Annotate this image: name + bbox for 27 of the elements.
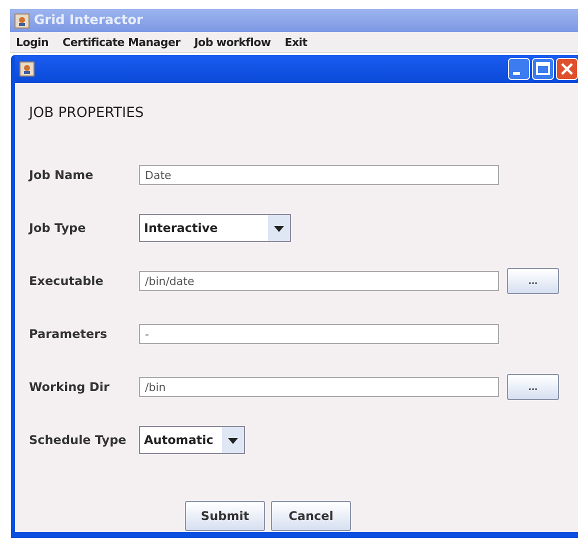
dropdown[interactable]: Interactive [139,214,291,242]
minimize-icon[interactable] [508,58,530,80]
field-label: Working Dir [29,380,110,394]
dialog-button[interactable]: Cancel [271,501,351,531]
input-field[interactable]: Date [139,164,499,184]
close-icon[interactable] [556,58,578,80]
window-title: Grid Interactor [34,13,143,28]
field-label: Schedule Type [29,432,128,446]
section-heading: JOB PROPERTIES [29,105,145,121]
menu-item[interactable]: Certificate Manager [62,36,180,48]
menu-item[interactable]: Login [16,36,49,48]
browse-button[interactable]: ... [507,374,559,400]
menu-item[interactable]: Job workflow [194,36,271,48]
app-icon [19,61,35,77]
dialog-button[interactable]: Submit [185,501,265,531]
app-icon [14,12,30,28]
input-field[interactable]: - [139,324,499,344]
field-label: Parameters [29,326,108,340]
field-label: Executable [29,274,104,288]
dropdown[interactable]: Automatic [139,426,245,454]
browse-button[interactable]: ... [507,268,559,294]
menu-item[interactable]: Exit [284,36,308,48]
input-field[interactable]: /bin [139,376,499,396]
input-field[interactable]: /bin/date [139,270,499,290]
maximize-icon[interactable] [532,58,554,80]
field-label: Job Name [29,168,94,182]
field-label: Job Type [29,220,87,234]
